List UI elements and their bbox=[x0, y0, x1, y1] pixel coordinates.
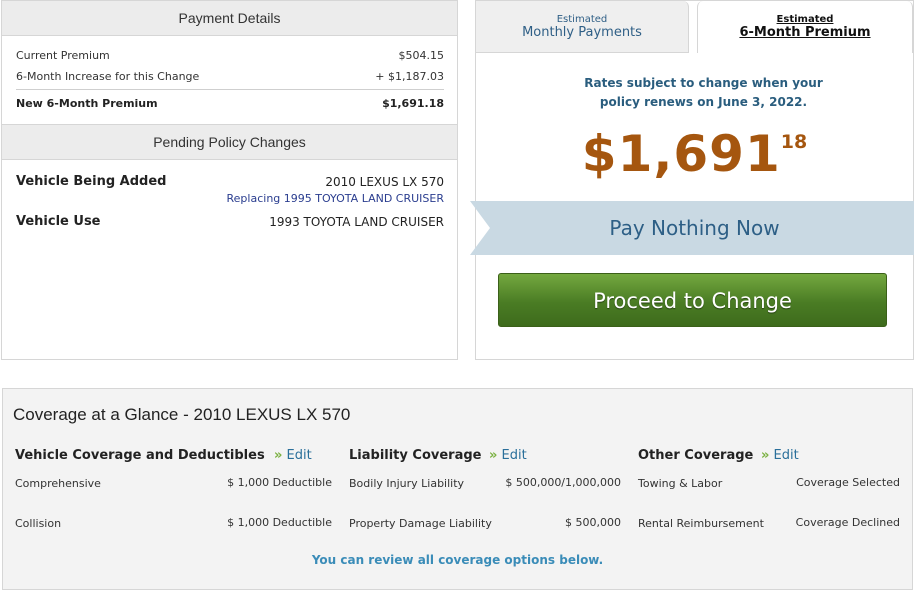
tab-six-month-premium[interactable]: Estimated 6-Month Premium bbox=[697, 1, 913, 53]
edit-label: Edit bbox=[501, 448, 527, 463]
divider bbox=[16, 89, 444, 90]
payment-panel: Payment Details Current Premium $504.15 … bbox=[1, 0, 458, 360]
rental-value: Coverage Declined bbox=[795, 516, 900, 529]
review-coverage-note: You can review all coverage options belo… bbox=[311, 553, 604, 567]
tab-six-label: 6-Month Premium bbox=[739, 25, 871, 40]
tab-monthly-payments[interactable]: Estimated Monthly Payments bbox=[476, 1, 689, 53]
tab-six-small-label: Estimated bbox=[776, 14, 834, 25]
bodily-injury-value: $ 500,000/1,000,000 bbox=[505, 476, 621, 489]
new-premium-label: New 6-Month Premium bbox=[16, 97, 158, 110]
pending-changes-header: Pending Policy Changes bbox=[2, 124, 457, 160]
collision-label: Collision bbox=[15, 517, 62, 530]
price-cents: 18 bbox=[780, 131, 808, 153]
vehicle-added-label: Vehicle Being Added bbox=[16, 174, 167, 189]
comprehensive-label: Comprehensive bbox=[15, 477, 101, 490]
vehicle-coverage-heading: Vehicle Coverage and Deductibles bbox=[15, 448, 265, 463]
vehicle-use-value: 1993 TOYOTA LAND CRUISER bbox=[269, 215, 444, 229]
tab-monthly-small-label: Estimated bbox=[556, 14, 608, 25]
premium-panel: Estimated Monthly Payments Estimated 6-M… bbox=[470, 0, 914, 360]
vehicle-added-value: 2010 LEXUS LX 570 bbox=[325, 175, 444, 189]
vehicle-coverage-edit-link[interactable]: » Edit bbox=[274, 448, 312, 463]
increase-value: + $1,187.03 bbox=[375, 70, 444, 83]
rental-label: Rental Reimbursement bbox=[638, 517, 764, 530]
price-dollars: $1,691 bbox=[581, 125, 781, 183]
coverage-at-a-glance: Coverage at a Glance - 2010 LEXUS LX 570… bbox=[2, 388, 913, 590]
new-premium-value: $1,691.18 bbox=[382, 97, 444, 110]
current-premium-label: Current Premium bbox=[16, 49, 110, 62]
property-damage-value: $ 500,000 bbox=[565, 516, 621, 529]
premium-price: $1,69118 bbox=[476, 125, 913, 183]
other-coverage-edit-link[interactable]: » Edit bbox=[761, 448, 799, 463]
edit-label: Edit bbox=[286, 448, 312, 463]
tab-monthly-label: Monthly Payments bbox=[522, 25, 642, 40]
towing-label: Towing & Labor bbox=[638, 477, 723, 490]
comprehensive-value: $ 1,000 Deductible bbox=[227, 476, 332, 489]
edit-label: Edit bbox=[773, 448, 799, 463]
towing-value: Coverage Selected bbox=[796, 476, 900, 489]
liability-coverage-edit-link[interactable]: » Edit bbox=[489, 448, 527, 463]
vehicle-use-label: Vehicle Use bbox=[16, 214, 101, 229]
increase-label: 6-Month Increase for this Change bbox=[16, 70, 200, 83]
double-chevron-right-icon: » bbox=[761, 448, 770, 463]
property-damage-label: Property Damage Liability bbox=[349, 517, 492, 530]
other-coverage-heading: Other Coverage bbox=[638, 448, 754, 463]
double-chevron-right-icon: » bbox=[274, 448, 283, 463]
pay-nothing-text: Pay Nothing Now bbox=[609, 216, 780, 240]
rates-note: Rates subject to change when your policy… bbox=[584, 76, 823, 109]
current-premium-value: $504.15 bbox=[398, 49, 445, 62]
collision-value: $ 1,000 Deductible bbox=[227, 516, 332, 529]
payment-details-header: Payment Details bbox=[2, 1, 457, 36]
proceed-to-change-button[interactable]: Proceed to Change bbox=[498, 273, 887, 327]
bodily-injury-label: Bodily Injury Liability bbox=[349, 477, 465, 490]
replacing-text: Replacing 1995 TOYOTA LAND CRUISER bbox=[226, 192, 444, 205]
double-chevron-right-icon: » bbox=[489, 448, 498, 463]
liability-coverage-heading: Liability Coverage bbox=[349, 448, 482, 463]
coverage-title: Coverage at a Glance - 2010 LEXUS LX 570 bbox=[13, 405, 351, 424]
